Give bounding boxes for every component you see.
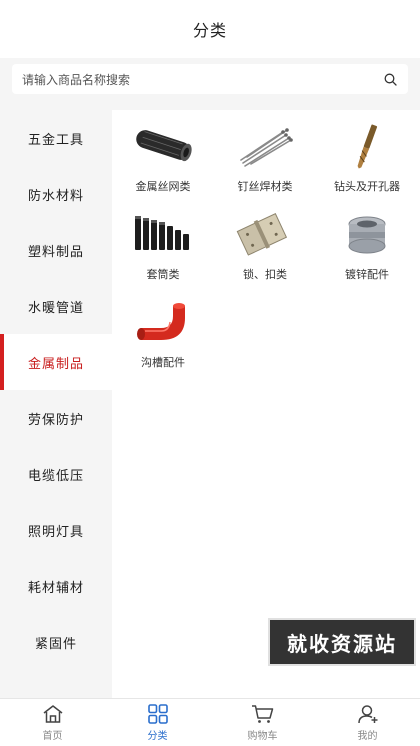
subcategory-label: 钉丝焊材类 (237, 180, 293, 193)
sidebar-item-metal-products[interactable]: 金属制品 (0, 334, 112, 390)
subcategory-label: 沟槽配件 (141, 356, 185, 369)
user-icon (356, 703, 380, 725)
sidebar-item-label: 水暖管道 (27, 300, 84, 316)
tab-profile[interactable]: 我的 (315, 699, 420, 746)
sidebar-item-labor-protection[interactable]: 劳保防护 (0, 390, 112, 446)
sidebar-item-label: 五金工具 (27, 132, 84, 148)
subcategory-panel: 金属丝网类 钉丝焊材类 钻头及开孔器 套筒类 锁、扣类 镀锌配件 沟槽配件 (112, 110, 420, 698)
subcategory-label: 镀锌配件 (345, 268, 389, 281)
search-placeholder: 请输入商品名称搜索 (22, 72, 131, 87)
tab-home[interactable]: 首页 (0, 699, 105, 746)
wire-mesh-roll-image (130, 120, 196, 172)
subcategory-grooved-fittings[interactable]: 沟槽配件 (112, 292, 214, 380)
tab-category[interactable]: 分类 (105, 699, 210, 746)
sidebar-item-consumables[interactable]: 耗材辅材 (0, 558, 112, 614)
page-title: 分类 (192, 21, 227, 40)
subcategory-welding[interactable]: 钉丝焊材类 (214, 116, 316, 204)
grooved-elbow-image (130, 296, 196, 348)
subcategory-sleeves[interactable]: 套筒类 (112, 204, 214, 292)
subcategory-label: 金属丝网类 (135, 180, 191, 193)
sidebar-item-fasteners[interactable]: 紧固件 (0, 614, 112, 670)
tab-cart[interactable]: 购物车 (210, 699, 315, 746)
sidebar-item-label: 塑料制品 (27, 244, 84, 260)
sidebar-item-label: 防水材料 (27, 188, 84, 204)
watermark-badge: 就收资源站 (268, 618, 416, 666)
sidebar-item-plumbing[interactable]: 水暖管道 (0, 278, 112, 334)
bottom-tab-bar: 首页 分类 购物车 我的 (0, 698, 420, 746)
sidebar-item-plastic-products[interactable]: 塑料制品 (0, 222, 112, 278)
category-grid-icon (146, 703, 170, 725)
tab-label: 购物车 (247, 731, 278, 742)
tab-label: 首页 (42, 731, 63, 742)
sidebar-item-cables-low-voltage[interactable]: 电缆低压 (0, 446, 112, 502)
sleeves-image (130, 208, 196, 260)
subcategory-grid: 金属丝网类 钉丝焊材类 钻头及开孔器 套筒类 锁、扣类 镀锌配件 沟槽配件 (112, 110, 420, 380)
sidebar-item-label: 紧固件 (34, 636, 77, 652)
sidebar-item-lighting[interactable]: 照明灯具 (0, 502, 112, 558)
hinges-image (232, 208, 298, 260)
sidebar-item-label: 耗材辅材 (27, 580, 84, 596)
search-icon[interactable] (382, 71, 398, 87)
subcategory-label: 钻头及开孔器 (334, 180, 400, 193)
search-input[interactable]: 请输入商品名称搜索 (12, 64, 408, 94)
subcategory-label: 锁、扣类 (243, 268, 287, 281)
home-icon (41, 703, 65, 725)
subcategory-label: 套筒类 (146, 268, 180, 281)
galvanized-fitting-image (334, 208, 400, 260)
sidebar-item-label: 劳保防护 (27, 412, 84, 428)
subcategory-galvanized-fittings[interactable]: 镀锌配件 (316, 204, 418, 292)
sidebar-item-label: 照明灯具 (27, 524, 84, 540)
subcategory-locks-clasps[interactable]: 锁、扣类 (214, 204, 316, 292)
tab-label: 分类 (147, 731, 168, 742)
cart-icon (251, 703, 275, 725)
subcategory-wire-mesh[interactable]: 金属丝网类 (112, 116, 214, 204)
top-header: 分类 (0, 0, 420, 58)
tab-label: 我的 (357, 731, 378, 742)
category-sidebar: 五金工具 防水材料 塑料制品 水暖管道 金属制品 劳保防护 电缆低压 照明灯具 … (0, 110, 112, 698)
sidebar-item-hardware-tools[interactable]: 五金工具 (0, 110, 112, 166)
sidebar-item-waterproof-materials[interactable]: 防水材料 (0, 166, 112, 222)
welding-rods-image (232, 120, 298, 172)
drill-bit-image (334, 120, 400, 172)
sidebar-item-label: 金属制品 (27, 356, 84, 372)
search-bar-container: 请输入商品名称搜索 (0, 58, 420, 100)
watermark-text: 就收资源站 (287, 631, 397, 656)
sidebar-item-label: 电缆低压 (27, 468, 84, 484)
subcategory-drill-bits[interactable]: 钻头及开孔器 (316, 116, 418, 204)
